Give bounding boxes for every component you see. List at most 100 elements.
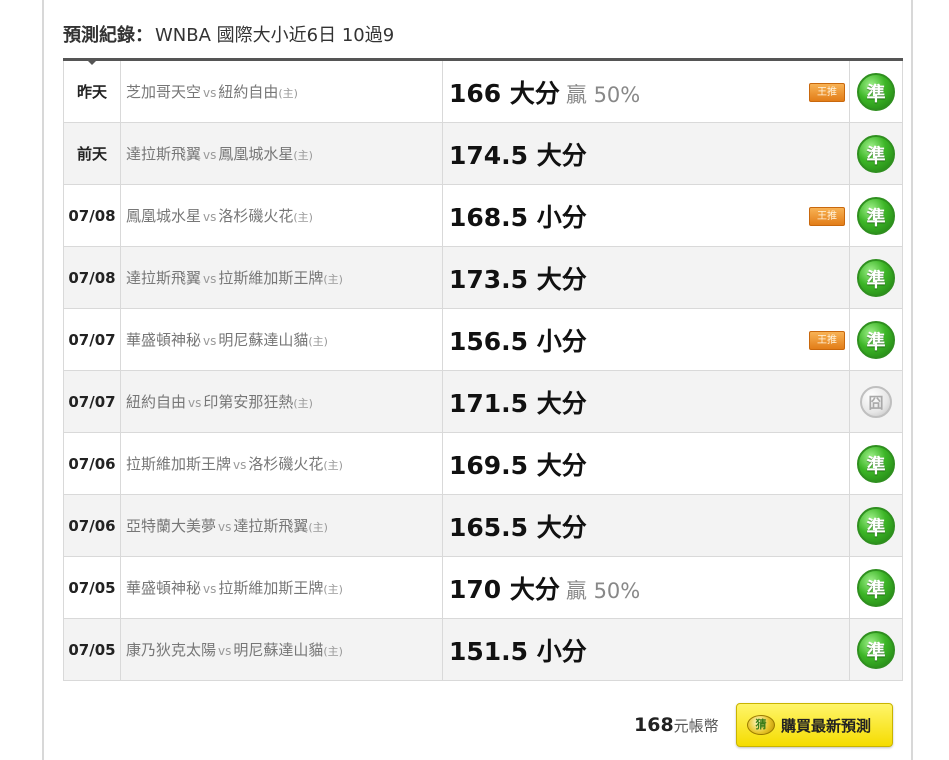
- win-rate: 贏 50%: [565, 578, 641, 603]
- home-marker: (主): [323, 583, 343, 596]
- hit-stamp-icon: 準: [857, 444, 895, 483]
- page-frame-right: [911, 0, 913, 760]
- away-team: 亞特蘭大美夢: [126, 517, 217, 535]
- prediction-value: 173.5 大分: [449, 264, 587, 294]
- header-pointer-icon: [86, 59, 98, 65]
- prediction-cell: 169.5 大分: [442, 432, 850, 495]
- away-team: 芝加哥天空: [126, 83, 202, 101]
- prediction-value: 166 大分: [449, 78, 560, 108]
- record-row: 昨天 芝加哥天空 vs 紐約自由(主) 166 大分贏 50% 王推準: [63, 59, 903, 123]
- away-team: 康乃狄克太陽: [126, 641, 217, 659]
- home-team: 印第安那狂熱: [203, 393, 294, 411]
- vs-label: vs: [203, 272, 217, 286]
- home-team: 明尼蘇達山貓: [233, 641, 324, 659]
- hit-stamp-icon: 準: [857, 196, 895, 235]
- win-rate: 贏 50%: [565, 82, 641, 107]
- matchup: 亞特蘭大美夢 vs 達拉斯飛翼(主): [120, 494, 443, 557]
- hit-stamp-icon: 準: [857, 630, 895, 669]
- matchup: 拉斯維加斯王牌 vs 洛杉磯火花(主): [120, 432, 443, 495]
- home-team: 鳳凰城水星: [218, 145, 294, 163]
- result-cell: 準: [849, 59, 903, 123]
- record-row: 07/08 鳳凰城水星 vs 洛杉磯火花(主) 168.5 小分 王推準: [63, 184, 903, 247]
- prediction-cell: 168.5 小分 王推: [442, 184, 850, 247]
- game-date: 07/08: [63, 184, 121, 247]
- matchup: 紐約自由 vs 印第安那狂熱(主): [120, 370, 443, 433]
- result-cell: 準: [849, 184, 903, 247]
- prediction-cell: 166 大分贏 50% 王推: [442, 59, 850, 123]
- home-team: 洛杉磯火花: [218, 207, 294, 225]
- price-value: 168: [634, 714, 674, 736]
- matchup: 鳳凰城水星 vs 洛杉磯火花(主): [120, 184, 443, 247]
- pick-badge-icon: 王推: [809, 206, 845, 226]
- game-date: 昨天: [63, 59, 121, 123]
- records-title: 預測紀錄: [63, 25, 135, 46]
- vs-label: vs: [218, 520, 232, 534]
- records-header: 預測紀錄： WNBA 國際大小近6日 10過9: [63, 22, 394, 50]
- game-date: 07/08: [63, 246, 121, 309]
- matchup: 康乃狄克太陽 vs 明尼蘇達山貓(主): [120, 618, 443, 681]
- result-cell: 準: [849, 494, 903, 557]
- prediction-value: 156.5 小分: [449, 326, 587, 356]
- hit-stamp-icon: 準: [857, 258, 895, 297]
- hit-stamp-icon: 準: [857, 320, 895, 359]
- hit-stamp-icon: 準: [857, 568, 895, 607]
- record-row: 07/07 紐約自由 vs 印第安那狂熱(主) 171.5 大分囧: [63, 370, 903, 433]
- home-team: 拉斯維加斯王牌: [218, 269, 324, 287]
- home-team: 明尼蘇達山貓: [218, 331, 309, 349]
- vs-label: vs: [203, 86, 217, 100]
- coin-icon: 猜: [747, 715, 775, 735]
- away-team: 達拉斯飛翼: [126, 269, 202, 287]
- home-team: 紐約自由: [218, 83, 279, 101]
- hit-stamp-icon: 準: [857, 72, 895, 111]
- result-cell: 準: [849, 246, 903, 309]
- record-row: 07/05 華盛頓神秘 vs 拉斯維加斯王牌(主) 170 大分贏 50% 準: [63, 556, 903, 619]
- away-team: 華盛頓神秘: [126, 579, 202, 597]
- result-cell: 準: [849, 122, 903, 185]
- home-marker: (主): [278, 87, 298, 100]
- away-team: 紐約自由: [126, 393, 187, 411]
- home-marker: (主): [293, 149, 313, 162]
- home-marker: (主): [293, 397, 313, 410]
- vs-label: vs: [218, 644, 232, 658]
- prediction-value: 169.5 大分: [449, 450, 587, 480]
- home-team: 達拉斯飛翼: [233, 517, 309, 535]
- prediction-value: 168.5 小分: [449, 202, 587, 232]
- record-row: 07/07 華盛頓神秘 vs 明尼蘇達山貓(主) 156.5 小分 王推準: [63, 308, 903, 371]
- buy-latest-prediction-button[interactable]: 猜 購買最新預測: [736, 703, 893, 747]
- home-team: 洛杉磯火花: [248, 455, 324, 473]
- record-row: 07/06 亞特蘭大美夢 vs 達拉斯飛翼(主) 165.5 大分準: [63, 494, 903, 557]
- game-date: 07/07: [63, 370, 121, 433]
- prediction-cell: 156.5 小分 王推: [442, 308, 850, 371]
- away-team: 華盛頓神秘: [126, 331, 202, 349]
- miss-stamp-icon: 囧: [860, 385, 892, 418]
- matchup: 芝加哥天空 vs 紐約自由(主): [120, 59, 443, 123]
- prediction-cell: 165.5 大分: [442, 494, 850, 557]
- buy-button-label: 購買最新預測: [781, 716, 872, 735]
- record-row: 07/08 達拉斯飛翼 vs 拉斯維加斯王牌(主) 173.5 大分準: [63, 246, 903, 309]
- result-cell: 準: [849, 432, 903, 495]
- away-team: 鳳凰城水星: [126, 207, 202, 225]
- prediction-cell: 174.5 大分: [442, 122, 850, 185]
- prediction-cell: 171.5 大分: [442, 370, 850, 433]
- prediction-records-table: 昨天 芝加哥天空 vs 紐約自由(主) 166 大分贏 50% 王推準前天 達拉斯飛翼 vs 鳳…: [63, 58, 903, 681]
- hit-stamp-icon: 準: [857, 134, 895, 173]
- matchup: 華盛頓神秘 vs 明尼蘇達山貓(主): [120, 308, 443, 371]
- home-marker: (主): [308, 521, 328, 534]
- result-cell: 準: [849, 618, 903, 681]
- home-team: 拉斯維加斯王牌: [218, 579, 324, 597]
- record-row: 07/06 拉斯維加斯王牌 vs 洛杉磯火花(主) 169.5 大分準: [63, 432, 903, 495]
- prediction-cell: 151.5 小分: [442, 618, 850, 681]
- result-cell: 準: [849, 556, 903, 619]
- game-date: 07/05: [63, 556, 121, 619]
- result-cell: 囧: [849, 370, 903, 433]
- game-date: 07/06: [63, 494, 121, 557]
- record-row: 07/05 康乃狄克太陽 vs 明尼蘇達山貓(主) 151.5 小分準: [63, 618, 903, 681]
- prediction-value: 170 大分: [449, 574, 560, 604]
- record-row: 前天 達拉斯飛翼 vs 鳳凰城水星(主) 174.5 大分準: [63, 122, 903, 185]
- vs-label: vs: [188, 396, 202, 410]
- home-marker: (主): [323, 645, 343, 658]
- matchup: 達拉斯飛翼 vs 鳳凰城水星(主): [120, 122, 443, 185]
- prediction-value: 171.5 大分: [449, 388, 587, 418]
- pick-badge-icon: 王推: [809, 330, 845, 350]
- prediction-value: 174.5 大分: [449, 140, 587, 170]
